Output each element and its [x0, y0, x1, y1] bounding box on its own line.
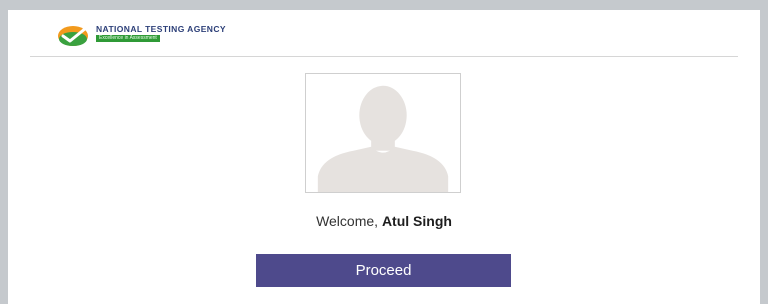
proceed-button[interactable]: Proceed	[256, 254, 511, 287]
org-name: NATIONAL TESTING AGENCY	[96, 24, 226, 34]
org-tagline: Excellence in Assessment	[96, 35, 160, 42]
user-silhouette-icon	[306, 74, 460, 192]
welcome-message: Welcome, Atul Singh	[8, 213, 760, 229]
welcome-card: NATIONAL TESTING AGENCY Excellence in As…	[8, 10, 760, 304]
candidate-photo	[305, 73, 461, 193]
header: NATIONAL TESTING AGENCY Excellence in As…	[8, 10, 760, 56]
nta-logo-icon	[56, 22, 92, 48]
user-name: Atul Singh	[381, 213, 452, 229]
header-divider	[30, 56, 738, 57]
welcome-greeting: Welcome,	[316, 213, 379, 229]
